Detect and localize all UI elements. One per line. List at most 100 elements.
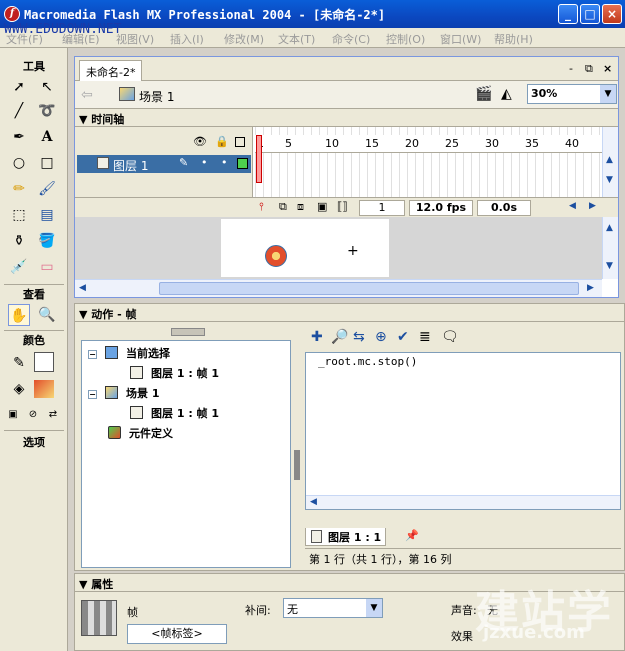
frame-ruler[interactable]: 1 5 10 15 20 25 30 35 40	[255, 135, 602, 153]
panel-splitter[interactable]	[293, 324, 303, 570]
close-button[interactable]: ×	[602, 4, 622, 24]
edit-scene-icon[interactable]: 🎬	[475, 86, 492, 102]
scroll-thumb[interactable]	[159, 282, 579, 295]
zoom-tool-icon[interactable]: 🔍	[36, 304, 58, 326]
menu-modify[interactable]: 修改(M)	[224, 31, 264, 47]
scene-label[interactable]: 场景 1	[139, 88, 174, 105]
paint-bucket-tool-icon[interactable]: 🪣	[36, 230, 58, 252]
menu-control[interactable]: 控制(O)	[386, 31, 425, 47]
script-code[interactable]: _root.mc.stop()	[318, 355, 417, 368]
arrow-tool-icon[interactable]: ➚	[8, 76, 30, 98]
onion-skin-icon[interactable]: ⧉	[279, 200, 287, 214]
auto-format-icon[interactable]: ≣	[419, 329, 431, 345]
stage-area[interactable]: +	[75, 217, 602, 279]
script-editor[interactable]: _root.mc.stop() ◀	[305, 352, 621, 510]
scroll-down-icon[interactable]: ▼	[606, 175, 613, 185]
find-icon[interactable]: 🔎	[331, 329, 348, 345]
no-color-icon[interactable]: ⊘	[22, 404, 44, 426]
editor-hscrollbar[interactable]: ◀	[306, 495, 620, 509]
scroll-left-icon[interactable]: ◀	[310, 497, 317, 507]
swap-colors-icon[interactable]: ⇄	[42, 404, 64, 426]
tween-select[interactable]: 无 ▼	[283, 598, 383, 618]
scroll-down-icon[interactable]: ▼	[606, 261, 613, 271]
lock-icon[interactable]: 🔒	[215, 135, 229, 148]
minimize-button[interactable]: _	[558, 4, 578, 24]
script-layer-tab[interactable]: 图层 1 : 1	[305, 528, 387, 546]
scroll-left-icon[interactable]: ◀	[569, 201, 576, 211]
text-tool-icon[interactable]: A	[36, 126, 58, 148]
doc-minimize-button[interactable]: -	[569, 62, 573, 75]
tree-node-current-frame[interactable]: 图层 1 : 帧 1	[130, 365, 219, 381]
stroke-color-icon[interactable]: ✎	[8, 352, 30, 374]
movieclip-instance[interactable]	[265, 245, 287, 267]
outline-color-icon[interactable]	[237, 158, 248, 169]
menu-window[interactable]: 窗口(W)	[440, 31, 481, 47]
collapse-icon[interactable]: −	[88, 390, 97, 399]
scroll-right-icon[interactable]: ▶	[587, 283, 594, 293]
check-syntax-icon[interactable]: ✔	[397, 329, 409, 345]
stage-vscrollbar[interactable]: ▲ ▼	[602, 217, 618, 279]
back-arrow-icon[interactable]: ⇦	[81, 87, 93, 103]
scroll-left-icon[interactable]: ◀	[79, 283, 86, 293]
stage-hscrollbar[interactable]: ◀ ▶	[75, 279, 602, 297]
menu-commands[interactable]: 命令(C)	[332, 31, 370, 47]
scroll-up-icon[interactable]: ▲	[606, 155, 613, 165]
fps-field[interactable]: 12.0 fps	[409, 200, 473, 216]
onion-markers-icon[interactable]: ⟦⟧	[337, 200, 348, 213]
playhead[interactable]	[256, 135, 262, 183]
timeline-vscrollbar[interactable]: ▲ ▼	[602, 127, 618, 197]
edit-symbols-icon[interactable]: ◭	[501, 86, 512, 102]
default-colors-icon[interactable]: ▣	[2, 404, 24, 426]
outline-icon[interactable]	[235, 137, 245, 147]
scroll-up-icon[interactable]: ▲	[606, 223, 613, 233]
eraser-tool-icon[interactable]: ▭	[36, 256, 58, 278]
lock-dot-icon[interactable]: •	[221, 156, 228, 169]
pencil-tool-icon[interactable]: ✏	[8, 178, 30, 200]
menu-help[interactable]: 帮助(H)	[494, 31, 533, 47]
tree-node-scene-frame[interactable]: 图层 1 : 帧 1	[130, 405, 219, 421]
code-hint-icon[interactable]: 🗨	[441, 329, 459, 345]
tree-node-current-selection[interactable]: − 当前选择	[88, 345, 170, 361]
center-frame-icon[interactable]: ⫯	[259, 200, 264, 214]
eye-icon[interactable]: 👁	[193, 135, 207, 148]
stroke-color-swatch[interactable]	[34, 352, 54, 372]
add-action-icon[interactable]: ✚	[311, 329, 323, 345]
doc-restore-button[interactable]: ⧉	[585, 62, 593, 76]
menu-view[interactable]: 视图(V)	[116, 31, 154, 47]
actions-header[interactable]: ▼ 动作 - 帧	[75, 304, 624, 322]
edit-multiple-icon[interactable]: ▣	[317, 200, 327, 213]
scroll-right-icon[interactable]: ▶	[589, 201, 596, 211]
eyedropper-tool-icon[interactable]: 💉	[8, 256, 30, 278]
replace-icon[interactable]: ⇆	[353, 329, 365, 345]
line-tool-icon[interactable]: ╱	[8, 100, 30, 122]
panel-collapse-handle[interactable]	[171, 328, 205, 336]
visible-dot-icon[interactable]: •	[201, 156, 208, 169]
maximize-button[interactable]: □	[580, 4, 600, 24]
menu-text[interactable]: 文本(T)	[278, 31, 315, 47]
zoom-select[interactable]: 30% ▼	[527, 84, 617, 104]
subselect-tool-icon[interactable]: ↖	[36, 76, 58, 98]
fill-transform-tool-icon[interactable]: ▤	[36, 204, 58, 226]
fill-color-swatch[interactable]	[34, 380, 54, 398]
brush-tool-icon[interactable]: 🖌	[36, 178, 58, 200]
splitter-grip[interactable]	[294, 450, 300, 480]
frame-label-field[interactable]: <帧标签>	[127, 624, 227, 644]
target-path-icon[interactable]: ⊕	[375, 329, 387, 345]
timeline-header[interactable]: ▼ 时间轴	[75, 109, 618, 127]
stage-canvas[interactable]	[221, 219, 389, 277]
tree-node-symbol-definitions[interactable]: 元件定义	[108, 425, 173, 441]
hand-tool-icon[interactable]: ✋	[8, 304, 30, 326]
free-transform-tool-icon[interactable]: ⬚	[8, 204, 30, 226]
pen-tool-icon[interactable]: ✒	[8, 126, 30, 148]
ink-bottle-tool-icon[interactable]: ⚱	[8, 230, 30, 252]
pin-script-icon[interactable]: 📌	[405, 529, 419, 542]
fill-color-icon[interactable]: ◈	[8, 378, 30, 400]
lasso-tool-icon[interactable]: ➰	[36, 100, 58, 122]
layer-row[interactable]: 图层 1 ✎ • •	[77, 155, 251, 173]
rectangle-tool-icon[interactable]: □	[36, 152, 58, 174]
onion-outline-icon[interactable]: ⧈	[297, 200, 304, 214]
document-tab[interactable]: 未命名-2*	[79, 60, 143, 81]
collapse-icon[interactable]: −	[88, 350, 97, 359]
oval-tool-icon[interactable]: ○	[8, 152, 30, 174]
menu-insert[interactable]: 插入(I)	[170, 31, 204, 47]
